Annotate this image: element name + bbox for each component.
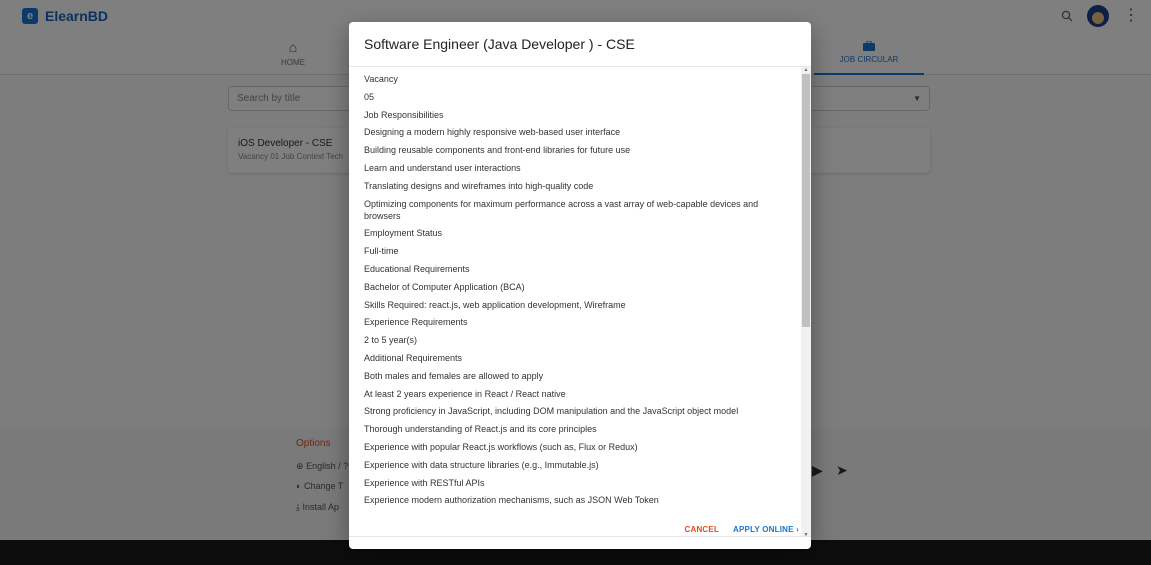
description-line: Additional Requirements: [364, 352, 463, 363]
description-line: Optimizing components for maximum perfor…: [364, 198, 759, 221]
job-description: Vacancy 05 Job Responsibilities Designing a…: [349, 67, 811, 506]
description-line: Job Responsibilities: [364, 109, 444, 120]
description-line: Bachelor of Computer Application (BCA): [364, 281, 525, 292]
description-line: Learn and understand user interactions: [364, 162, 521, 173]
description-line: Thorough understanding of React.js and i…: [364, 424, 597, 435]
dialog-title: Software Engineer (Java Developer ) - CS…: [364, 36, 635, 52]
description-line: Experience with popular React.js workflo…: [364, 441, 638, 452]
apply-online-button[interactable]: APPLY ONLINE ›: [733, 525, 799, 534]
description-line: 05: [364, 91, 375, 102]
chevron-right-icon: ›: [796, 525, 799, 534]
description-line: Experience modern authorization mechanis…: [364, 495, 659, 506]
dialog-actions: CANCEL APPLY ONLINE ›: [685, 525, 800, 534]
description-line: Full-time: [364, 246, 399, 257]
dialog-content: Vacancy 05 Job Responsibilities Designing a…: [349, 66, 811, 537]
description-line: Both males and females are allowed to ap…: [364, 370, 544, 381]
description-line: Educational Requirements: [364, 263, 470, 274]
description-line: Designing a modern highly responsive web…: [364, 127, 621, 138]
description-line: Translating designs and wireframes into …: [364, 180, 594, 191]
description-line: At least 2 years experience in React / R…: [364, 388, 566, 399]
description-line: 2 to 5 year(s): [364, 335, 418, 346]
description-line: Experience with RESTful APIs: [364, 477, 485, 488]
scroll-up-icon[interactable]: ▲: [802, 67, 810, 73]
description-line: Employment Status: [364, 228, 443, 239]
description-line: Experience with data structure libraries…: [364, 459, 599, 470]
scroll-down-icon[interactable]: ▼: [802, 532, 810, 536]
description-line: Building reusable components and front-e…: [364, 145, 631, 156]
apply-online-label: APPLY ONLINE: [733, 525, 794, 534]
description-line: Skills Required: react.js, web applicati…: [364, 299, 626, 310]
scrollbar[interactable]: ▲ ▼: [801, 67, 811, 536]
description-line: Strong proficiency in JavaScript, includ…: [364, 406, 739, 417]
description-line: Vacancy: [364, 74, 398, 84]
scrollbar-thumb[interactable]: [802, 74, 810, 327]
job-detail-dialog: Software Engineer (Java Developer ) - CS…: [349, 22, 811, 549]
cancel-button[interactable]: CANCEL: [685, 525, 720, 534]
description-line: Experience Requirements: [364, 317, 468, 328]
